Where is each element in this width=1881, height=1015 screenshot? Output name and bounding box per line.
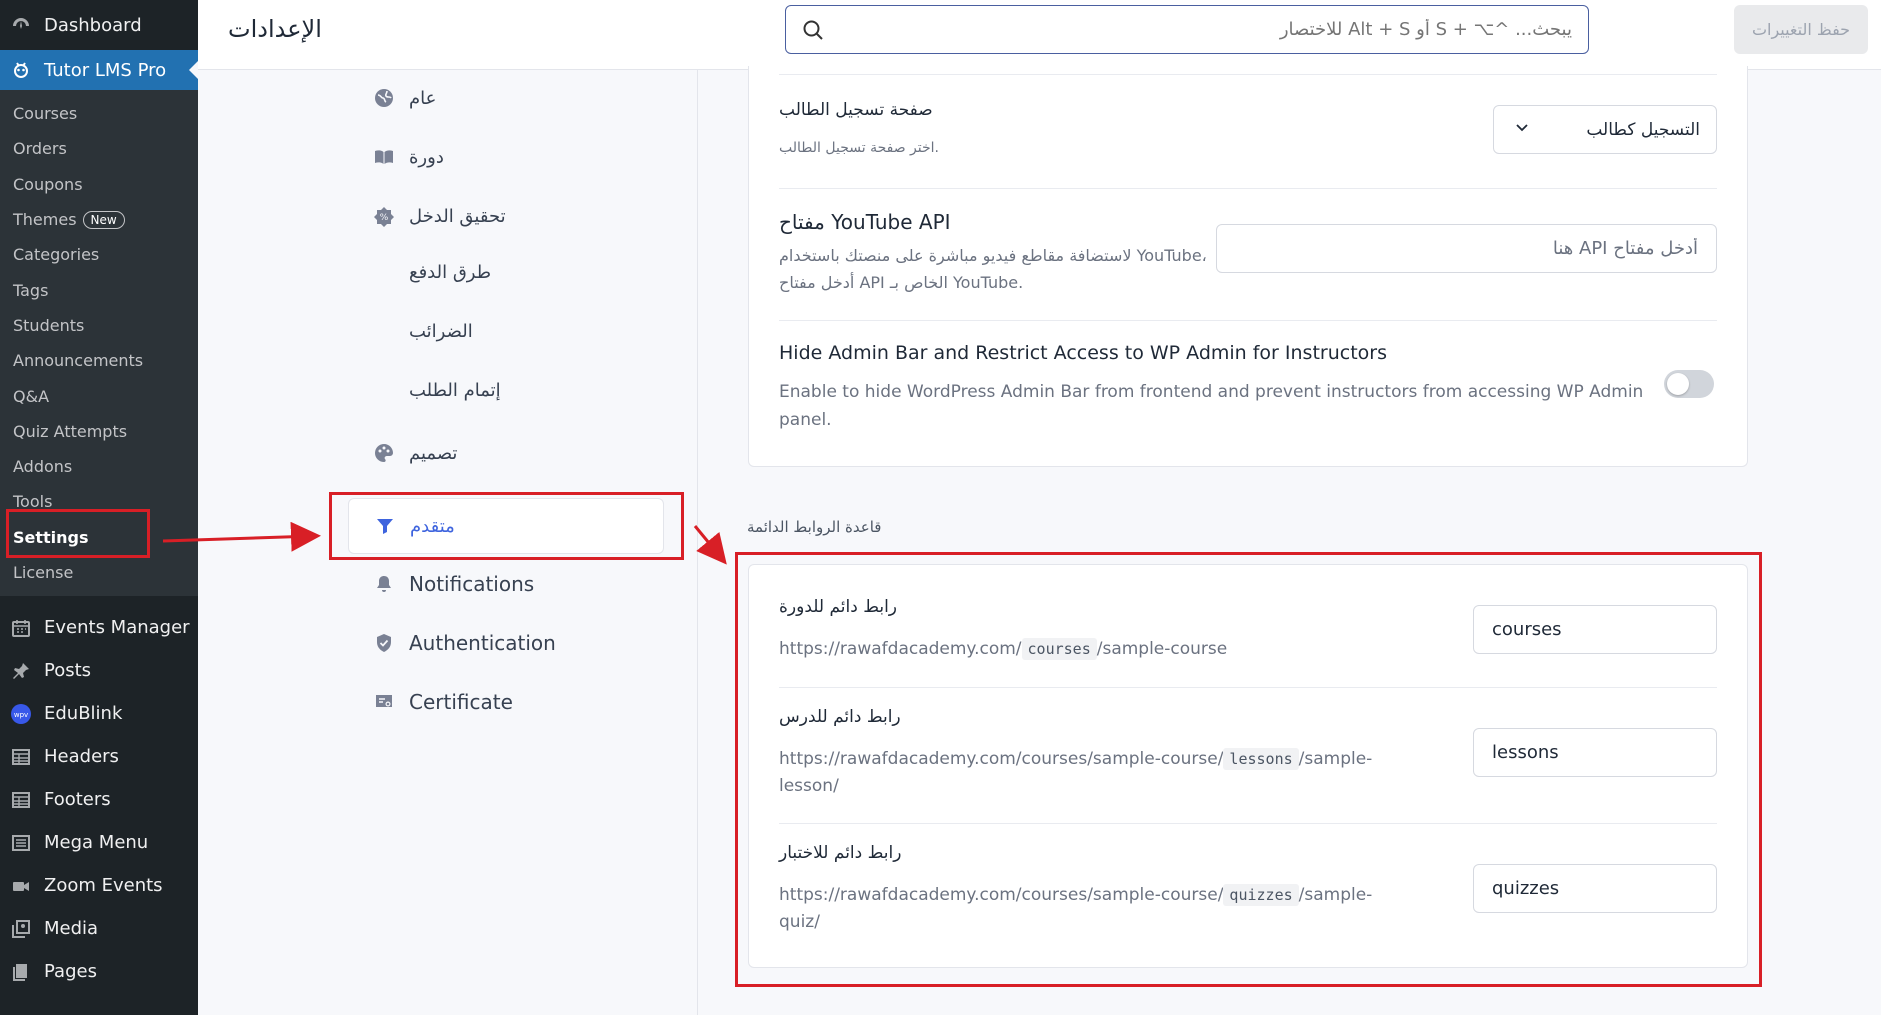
annotation-box-settings	[6, 509, 150, 558]
submenu-tags[interactable]: Tags	[0, 272, 198, 307]
row-separator	[779, 320, 1717, 321]
calendar-icon	[10, 617, 32, 639]
nav-authentication[interactable]: Authentication	[348, 615, 664, 671]
submenu-coupons[interactable]: Coupons	[0, 167, 198, 202]
svg-text:wpv: wpv	[14, 711, 28, 719]
nav-course[interactable]: دورة	[348, 129, 664, 185]
youtube-api-desc-line1: لاستضافة مقاطع فيديو مباشرة على منصتك با…	[779, 246, 1207, 265]
submenu-categories[interactable]: Categories	[0, 237, 198, 272]
globe-icon	[372, 86, 396, 110]
hide-admin-bar-desc-line1: Enable to hide WordPress Admin Bar from …	[779, 382, 1644, 402]
hide-admin-bar-title: Hide Admin Bar and Restrict Access to WP…	[779, 342, 1387, 364]
nav-payment-methods[interactable]: طرق الدفع	[348, 244, 664, 300]
submenu-qa[interactable]: Q&A	[0, 378, 198, 413]
hide-admin-bar-desc-line2: panel.	[779, 410, 832, 430]
row-separator	[779, 188, 1717, 189]
nav-certificate[interactable]: Certificate	[348, 674, 664, 730]
toggle-knob	[1667, 373, 1689, 395]
permalink-section-label: قاعدة الروابط الدائمة	[747, 518, 882, 536]
submenu-themes[interactable]: Themes New	[0, 202, 198, 237]
settings-topbar: الإعدادات حفظ التغييرات	[198, 0, 1881, 70]
annotation-box-advanced	[329, 492, 684, 560]
bell-icon	[372, 572, 396, 596]
wp-menu-pages[interactable]: Pages	[0, 950, 198, 993]
row-separator	[779, 74, 1717, 75]
youtube-api-title: مفتاح YouTube API	[779, 210, 951, 234]
wp-menu-edublink[interactable]: wpv EduBlink	[0, 692, 198, 735]
search-input[interactable]	[836, 19, 1572, 40]
nav-checkout[interactable]: إتمام الطلب	[348, 362, 664, 418]
grid-icon	[10, 746, 32, 768]
submenu-students[interactable]: Students	[0, 308, 198, 343]
youtube-api-desc-line2: أدخل مفتاح API الخاص بـ YouTube.	[779, 273, 1024, 292]
wp-menu-footers[interactable]: Footers	[0, 778, 198, 821]
submenu-license[interactable]: License	[0, 555, 198, 590]
grid-icon	[10, 789, 32, 811]
media-icon	[10, 918, 32, 940]
search-box[interactable]	[785, 5, 1589, 54]
wp-menu-media[interactable]: Media	[0, 907, 198, 950]
submenu-addons[interactable]: Addons	[0, 449, 198, 484]
advanced-settings-card: صفحة تسجيل الطالب اختر صفحة تسجيل الطالب…	[748, 66, 1748, 467]
nav-monetization[interactable]: % تحقيق الدخل	[348, 188, 664, 244]
wp-menu-dashboard[interactable]: Dashboard	[0, 0, 198, 50]
nav-design[interactable]: تصميم	[348, 425, 664, 481]
page-title: الإعدادات	[228, 15, 322, 43]
wp-menu-mega-menu[interactable]: Mega Menu	[0, 821, 198, 864]
wp-menu-headers[interactable]: Headers	[0, 735, 198, 778]
student-registration-desc: اختر صفحة تسجيل الطالب.	[779, 140, 939, 156]
wp-admin-sidebar: Dashboard Tutor LMS Pro Courses Orders C…	[0, 0, 198, 1015]
annotation-box-permalinks	[735, 552, 1762, 987]
chevron-down-icon	[1514, 119, 1530, 140]
palette-icon	[372, 441, 396, 465]
save-changes-button[interactable]: حفظ التغييرات	[1734, 5, 1868, 54]
submenu-courses[interactable]: Courses	[0, 96, 198, 131]
list-icon	[10, 832, 32, 854]
nav-general[interactable]: عام	[348, 70, 664, 126]
wpv-icon: wpv	[10, 703, 32, 725]
svg-text:%: %	[380, 213, 389, 223]
search-icon	[802, 19, 824, 41]
student-registration-title: صفحة تسجيل الطالب	[779, 100, 933, 120]
book-icon	[372, 145, 396, 169]
dashboard-icon	[10, 14, 32, 36]
wp-menu-tutor-lms[interactable]: Tutor LMS Pro	[0, 50, 198, 90]
submenu-announcements[interactable]: Announcements	[0, 343, 198, 378]
tutor-icon	[10, 59, 32, 81]
certificate-icon	[372, 690, 396, 714]
new-badge: New	[82, 210, 125, 229]
monetization-icon: %	[372, 204, 396, 228]
nav-notifications[interactable]: Notifications	[348, 556, 664, 612]
submenu-orders[interactable]: Orders	[0, 131, 198, 166]
nav-taxes[interactable]: الضرائب	[348, 303, 664, 359]
page-icon	[10, 961, 32, 983]
wp-menu-zoom-events[interactable]: Zoom Events	[0, 864, 198, 907]
video-icon	[10, 875, 32, 897]
submenu-quiz-attempts[interactable]: Quiz Attempts	[0, 414, 198, 449]
hide-admin-bar-toggle[interactable]	[1664, 370, 1714, 398]
wp-menu-posts[interactable]: Posts	[0, 649, 198, 692]
pin-icon	[10, 660, 32, 682]
student-registration-select[interactable]: التسجيل كطالب	[1493, 105, 1717, 154]
shield-icon	[372, 631, 396, 655]
youtube-api-key-input[interactable]	[1216, 224, 1717, 273]
wp-menu-events-manager[interactable]: Events Manager	[0, 606, 198, 649]
